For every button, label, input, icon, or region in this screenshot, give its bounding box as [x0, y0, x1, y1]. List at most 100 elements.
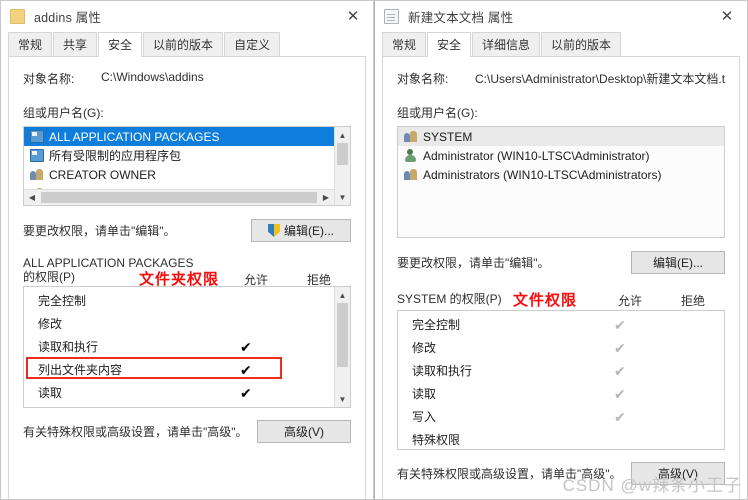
list-item[interactable]: Administrator (WIN10-LTSC\Administrator) [398, 146, 724, 165]
permission-label: 列出文件夹内容 [38, 363, 123, 377]
left-window-title: addins 属性 [34, 11, 102, 25]
table-row[interactable]: 读取 ✔ [398, 382, 724, 405]
right-deny-header: 拒绝 [681, 294, 706, 308]
advanced-button[interactable]: 高级(V) [257, 420, 351, 443]
right-object-name-value: C:\Users\Administrator\Desktop\新建文本文档.tx… [475, 72, 725, 86]
permission-label: 读取和执行 [38, 340, 99, 354]
left-permissions-listbox[interactable]: 完全控制 修改 读取和执行 ✔ 列出文件夹内容 ✔ 读取 ✔ ▲ ▼ [23, 286, 351, 408]
package-icon [30, 149, 44, 162]
left-object-name-label: 对象名称: [23, 72, 75, 86]
left-object-name-row: 对象名称: C:\Windows\addins [23, 70, 351, 87]
list-item[interactable]: 所有受限制的应用程序包 [24, 146, 334, 165]
table-row[interactable]: 写入 [24, 404, 334, 407]
tab-previous-versions[interactable]: 以前的版本 [541, 32, 622, 56]
table-row[interactable]: 特殊权限 [398, 428, 724, 449]
tab-security[interactable]: 安全 [427, 32, 472, 57]
tab-previous-versions[interactable]: 以前的版本 [143, 32, 224, 56]
left-users-label: 组或用户名(G): [23, 106, 104, 120]
allow-check-icon: ✔ [240, 338, 252, 355]
tab-security[interactable]: 安全 [98, 32, 143, 57]
group-icon [404, 168, 418, 181]
right-window-title: 新建文本文档 属性 [408, 11, 514, 25]
permission-label: 修改 [412, 341, 437, 355]
right-users-label: 组或用户名(G): [397, 106, 478, 120]
right-users-listbox[interactable]: SYSTEM Administrator (WIN10-LTSC\Adminis… [397, 126, 725, 238]
table-row[interactable]: 修改 [24, 312, 334, 335]
tab-general[interactable]: 常规 [8, 32, 53, 56]
scrollbar-thumb[interactable] [41, 192, 317, 203]
left-panel-body: 对象名称: C:\Windows\addins 组或用户名(G): ALL AP… [8, 57, 366, 499]
tab-details[interactable]: 详细信息 [472, 32, 541, 56]
permission-label: 写入 [412, 410, 437, 424]
table-row[interactable]: 修改 ✔ [398, 336, 724, 359]
table-row[interactable]: 写入 ✔ [398, 405, 724, 428]
annotation-file-permissions: 文件权限 [513, 292, 578, 309]
user-icon [404, 149, 418, 162]
left-object-name-value: C:\Windows\addins [101, 70, 204, 84]
permission-label: 完全控制 [412, 318, 461, 332]
list-item[interactable]: SYSTEM [398, 127, 724, 146]
scroll-left-icon[interactable]: ◀ [24, 190, 40, 206]
left-permissions-vertical-scrollbar[interactable]: ▲ ▼ [334, 287, 350, 407]
scrollbar-thumb[interactable] [337, 303, 348, 367]
right-advanced-row: 有关特殊权限或高级设置，请单击"高级"。 高级(V) [397, 462, 725, 485]
permission-label: 特殊权限 [412, 433, 461, 447]
allow-check-icon: ✔ [614, 316, 626, 333]
right-panel-body: 对象名称: C:\Users\Administrator\Desktop\新建文… [382, 57, 740, 499]
table-row[interactable]: 完全控制 [24, 289, 334, 312]
table-row[interactable]: 读取和执行 ✔ [398, 359, 724, 382]
left-advanced-row: 有关特殊权限或高级设置，请单击"高级"。 高级(V) [23, 420, 351, 443]
left-titlebar: addins 属性 ✕ [1, 1, 373, 32]
scroll-up-icon[interactable]: ▲ [335, 127, 351, 143]
tab-general[interactable]: 常规 [382, 32, 427, 56]
group-icon [30, 168, 44, 181]
left-advanced-hint: 有关特殊权限或高级设置，请单击"高级"。 [23, 425, 248, 439]
close-icon[interactable]: ✕ [707, 1, 747, 32]
table-row[interactable]: 读取 ✔ [24, 381, 334, 404]
right-titlebar: 新建文本文档 属性 ✕ [375, 1, 747, 32]
scroll-down-icon[interactable]: ▼ [335, 391, 351, 407]
list-item-label: Administrators (WIN10-LTSC\Administrator… [423, 167, 662, 182]
list-item[interactable]: CREATOR OWNER [24, 165, 334, 184]
list-item[interactable]: ALL APPLICATION PACKAGES [24, 127, 334, 146]
scroll-down-icon[interactable]: ▼ [335, 189, 351, 205]
edit-button-label: 编辑(E)... [653, 256, 703, 270]
right-object-name-row: 对象名称: C:\Users\Administrator\Desktop\新建文… [397, 70, 725, 87]
edit-button[interactable]: 编辑(E)... [631, 251, 725, 274]
permission-label: 修改 [38, 317, 63, 331]
list-item[interactable]: Administrators (WIN10-LTSC\Administrator… [398, 165, 724, 184]
package-icon [30, 130, 44, 143]
advanced-button-label: 高级(V) [284, 425, 324, 439]
right-permissions-header: SYSTEM 的权限(P) 文件权限 允许 拒绝 [397, 288, 725, 310]
allow-check-icon: ✔ [614, 408, 626, 425]
left-users-vertical-scrollbar[interactable]: ▲ ▼ [334, 127, 350, 205]
right-permissions-listbox[interactable]: 完全控制 ✔ 修改 ✔ 读取和执行 ✔ 读取 ✔ 写入 ✔ 特殊权限 [397, 310, 725, 450]
folder-icon [10, 9, 25, 24]
edit-button[interactable]: 编辑(E)... [251, 219, 351, 242]
table-row[interactable]: 读取和执行 ✔ [24, 335, 334, 358]
allow-check-icon: ✔ [614, 385, 626, 402]
scroll-right-icon[interactable]: ▶ [318, 190, 334, 206]
tab-customize[interactable]: 自定义 [224, 32, 281, 56]
left-edit-hint: 要更改权限，请单击"编辑"。 [23, 224, 176, 238]
edit-button-label: 编辑(E)... [284, 224, 334, 238]
close-icon[interactable]: ✕ [333, 1, 373, 32]
advanced-button-label: 高级(V) [658, 467, 698, 481]
screenshot-root: addins 属性 ✕ 常规 共享 安全 以前的版本 自定义 对象名称: C:\… [0, 0, 748, 500]
permission-label: 读取 [412, 387, 437, 401]
right-permissions-owner: SYSTEM 的权限(P) [397, 292, 502, 306]
right-object-name-label: 对象名称: [397, 72, 449, 86]
scrollbar-thumb[interactable] [337, 143, 348, 165]
permission-label: 读取 [38, 386, 63, 400]
table-row[interactable]: 列出文件夹内容 ✔ [24, 358, 334, 381]
tab-sharing[interactable]: 共享 [53, 32, 98, 56]
allow-check-icon: ✔ [240, 384, 252, 401]
scroll-up-icon[interactable]: ▲ [335, 287, 351, 303]
shield-icon [268, 224, 280, 237]
table-row[interactable]: 完全控制 ✔ [398, 313, 724, 336]
left-users-listbox[interactable]: ALL APPLICATION PACKAGES 所有受限制的应用程序包 CRE… [23, 126, 351, 206]
right-edit-hint: 要更改权限，请单击"编辑"。 [397, 256, 550, 270]
left-users-horizontal-scrollbar[interactable]: ◀ ▶ [24, 189, 334, 205]
left-tabstrip: 常规 共享 安全 以前的版本 自定义 [8, 32, 366, 57]
advanced-button[interactable]: 高级(V) [631, 462, 725, 485]
